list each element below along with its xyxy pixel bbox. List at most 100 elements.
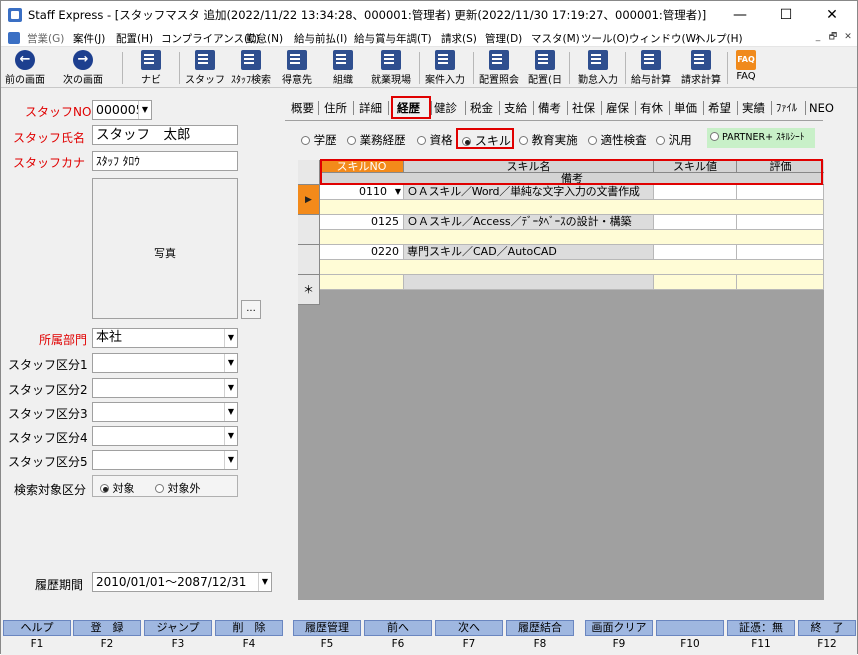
photo-browse-button[interactable]: ... [241,300,261,319]
f5-history-button[interactable]: 履歴管理 [293,620,361,636]
tab-jisseki[interactable]: 実績 [742,97,765,119]
mdi-restore-button[interactable]: 🗗 [826,31,840,44]
new-skill-name-cell[interactable] [404,275,654,290]
menu-window[interactable]: ウィンドウ(W) [629,31,700,46]
new-evaluation-cell[interactable] [737,275,824,290]
tab-shosai[interactable]: 詳細 [359,97,382,119]
tab-shaho[interactable]: 社保 [572,97,595,119]
tab-kenshin[interactable]: 健診 [434,97,457,119]
tab-file[interactable]: ﾌｧｲﾙ [776,97,797,119]
f9-clear-button[interactable]: 画面クリア [585,620,653,636]
navi-button[interactable]: ナビ [131,48,171,88]
chevron-down-icon[interactable]: ▼ [224,403,237,421]
type-gyomu-radio[interactable]: 業務経歴 [347,132,406,148]
f3-jump-button[interactable]: ジャンプ [144,620,212,636]
tab-biko[interactable]: 備考 [538,97,561,119]
tab-kibo[interactable]: 希望 [708,97,731,119]
menu-help[interactable]: ヘルプ(H) [695,31,743,46]
table-row[interactable]: 0110 ▼ [320,185,404,200]
billing-calc-button[interactable]: 請求計算 [677,48,725,88]
new-skill-value-cell[interactable] [654,275,737,290]
minimize-button[interactable]: — [717,1,763,29]
evaluation-cell[interactable] [737,215,824,230]
tab-zeikin[interactable]: 税金 [470,97,493,119]
staff-button[interactable]: スタッフ [185,48,225,88]
f11-voucher-button[interactable]: 証憑：無 [727,620,795,636]
tab-yukyu[interactable]: 有休 [640,97,663,119]
tab-neo[interactable]: NEO [809,97,834,119]
chevron-down-icon[interactable]: ▼ [224,427,237,445]
tab-koho[interactable]: 雇保 [606,97,629,119]
menu-eigyo[interactable]: 営業(G) [27,31,64,46]
tab-tanka[interactable]: 単価 [674,97,697,119]
faq-button[interactable]: FAQ FAQ [729,48,763,88]
biko-cell[interactable] [320,260,824,275]
customer-button[interactable]: 得意先 [277,48,317,88]
search-off-radio[interactable]: 対象外 [155,480,201,496]
chevron-down-icon[interactable]: ▼ [224,451,237,469]
prev-screen-button[interactable]: ← 前の画面 [3,48,47,88]
chevron-down-icon[interactable]: ▼ [224,329,237,347]
menu-kyuyo[interactable]: 給与賞与年調(T) [354,31,432,46]
kubun5-combo[interactable]: ▼ [92,450,238,470]
new-skill-no-cell[interactable] [320,275,404,290]
type-shikaku-radio[interactable]: 資格 [417,132,453,148]
kubun4-combo[interactable]: ▼ [92,426,238,446]
close-button[interactable]: ✕ [809,1,855,29]
chevron-down-icon[interactable]: ▼ [258,573,271,591]
tab-gaiyo[interactable]: 概要 [291,97,314,119]
f2-register-button[interactable]: 登 録 [73,620,141,636]
next-screen-button[interactable]: → 次の画面 [49,48,117,88]
attendance-input-button[interactable]: 勤怠入力 [573,48,623,88]
f7-next-button[interactable]: 次へ [435,620,503,636]
chevron-down-icon[interactable]: ▼ [395,185,401,199]
worksite-button[interactable]: 就業現場 [367,48,415,88]
chevron-down-icon[interactable]: ▼ [224,379,237,397]
kubun2-combo[interactable]: ▼ [92,378,238,398]
kubun3-combo[interactable]: ▼ [92,402,238,422]
biko-cell[interactable] [320,200,824,215]
new-row-marker[interactable]: ＊ [298,275,320,305]
menu-anken[interactable]: 案件(J) [73,31,105,46]
f10-button[interactable] [656,620,724,636]
chevron-down-icon[interactable]: ▼ [224,354,237,372]
menu-master[interactable]: マスタ(M) [531,31,580,46]
row-selector[interactable] [298,245,320,275]
mdi-minimize-button[interactable]: _ [811,31,825,44]
organization-button[interactable]: 組織 [323,48,363,88]
dept-combo[interactable]: 本社 ▼ [92,328,238,348]
f8-merge-button[interactable]: 履歴結合 [506,620,574,636]
menu-seikyu[interactable]: 請求(S) [441,31,477,46]
tab-jusho[interactable]: 住所 [324,97,347,119]
menu-compliance[interactable]: コンプライアンス(C) [161,31,260,46]
search-on-radio[interactable]: 対象 [100,480,135,496]
f6-prev-button[interactable]: 前へ [364,620,432,636]
menu-maebarai[interactable]: 給与前払(I) [294,31,347,46]
type-tekisei-radio[interactable]: 適性検査 [588,132,647,148]
maximize-button[interactable]: ☐ [763,1,809,29]
case-input-button[interactable]: 案件入力 [421,48,469,88]
tab-shikyu[interactable]: 支給 [504,97,527,119]
photo-area[interactable]: 写真 [92,178,238,319]
menu-haichi[interactable]: 配置(H) [116,31,153,46]
skill-value-cell[interactable] [654,215,737,230]
biko-cell[interactable] [320,230,824,245]
type-kyoiku-radio[interactable]: 教育実施 [519,132,578,148]
menu-kintai[interactable]: 勤怠(N) [246,31,283,46]
staff-kana-input[interactable]: ｽﾀｯﾌ ﾀﾛｳ [92,151,238,171]
skill-name-cell[interactable]: 専門スキル／CAD／AutoCAD [404,245,654,260]
row-selector[interactable] [298,215,320,245]
chevron-down-icon[interactable]: ▼ [138,101,151,119]
placement-inquiry-button[interactable]: 配置照会 [475,48,523,88]
staff-no-combo[interactable]: 000005 ▼ [92,100,152,120]
f12-exit-button[interactable]: 終 了 [798,620,856,636]
row-selector-active[interactable]: ▶ [298,185,320,215]
skill-name-cell[interactable]: ＯＡスキル／Access／ﾃﾞｰﾀﾍﾞｰｽの設計・構築 [404,215,654,230]
staff-name-input[interactable]: スタッフ 太郎 [92,125,238,145]
menu-kanri[interactable]: 管理(D) [485,31,522,46]
staff-search-button[interactable]: ｽﾀｯﾌ検索 [227,48,275,88]
table-row[interactable]: 0125 [320,215,404,230]
skill-name-cell[interactable]: ＯＡスキル／Word／単純な文字入力の文書作成 [404,185,654,200]
mdi-close-button[interactable]: ✕ [841,31,855,44]
period-combo[interactable]: 2010/01/01～2087/12/31 ▼ [92,572,272,592]
